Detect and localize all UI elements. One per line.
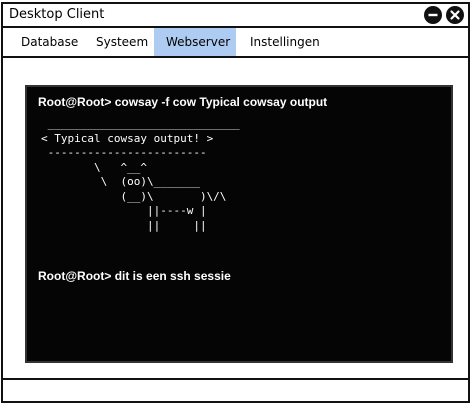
minimize-icon (427, 9, 439, 21)
status-bar (3, 378, 468, 380)
title-bar: Desktop Client (3, 4, 468, 28)
ssh-terminal[interactable]: Root@Root> cowsay -f cow Typical cowsay … (25, 85, 453, 363)
cowsay-output: _____________________________ < Typical … (41, 117, 240, 232)
tab-webserver[interactable]: Webserver (154, 28, 236, 56)
close-icon (449, 9, 461, 21)
app-window: Desktop Client Database Systeem Webserve… (1, 2, 470, 403)
close-button[interactable] (446, 6, 464, 24)
tab-instellingen[interactable]: Instellingen (246, 28, 324, 56)
tab-bar: Database Systeem Webserver Instellingen (3, 28, 468, 58)
tab-database[interactable]: Database (17, 28, 82, 56)
window-title: Desktop Client (9, 7, 105, 22)
minimize-button[interactable] (424, 6, 442, 24)
second-command-line: Root@Root> dit is een ssh sessie (38, 269, 231, 283)
command-line: Root@Root> cowsay -f cow Typical cowsay … (38, 95, 328, 109)
tab-systeem[interactable]: Systeem (92, 28, 152, 56)
